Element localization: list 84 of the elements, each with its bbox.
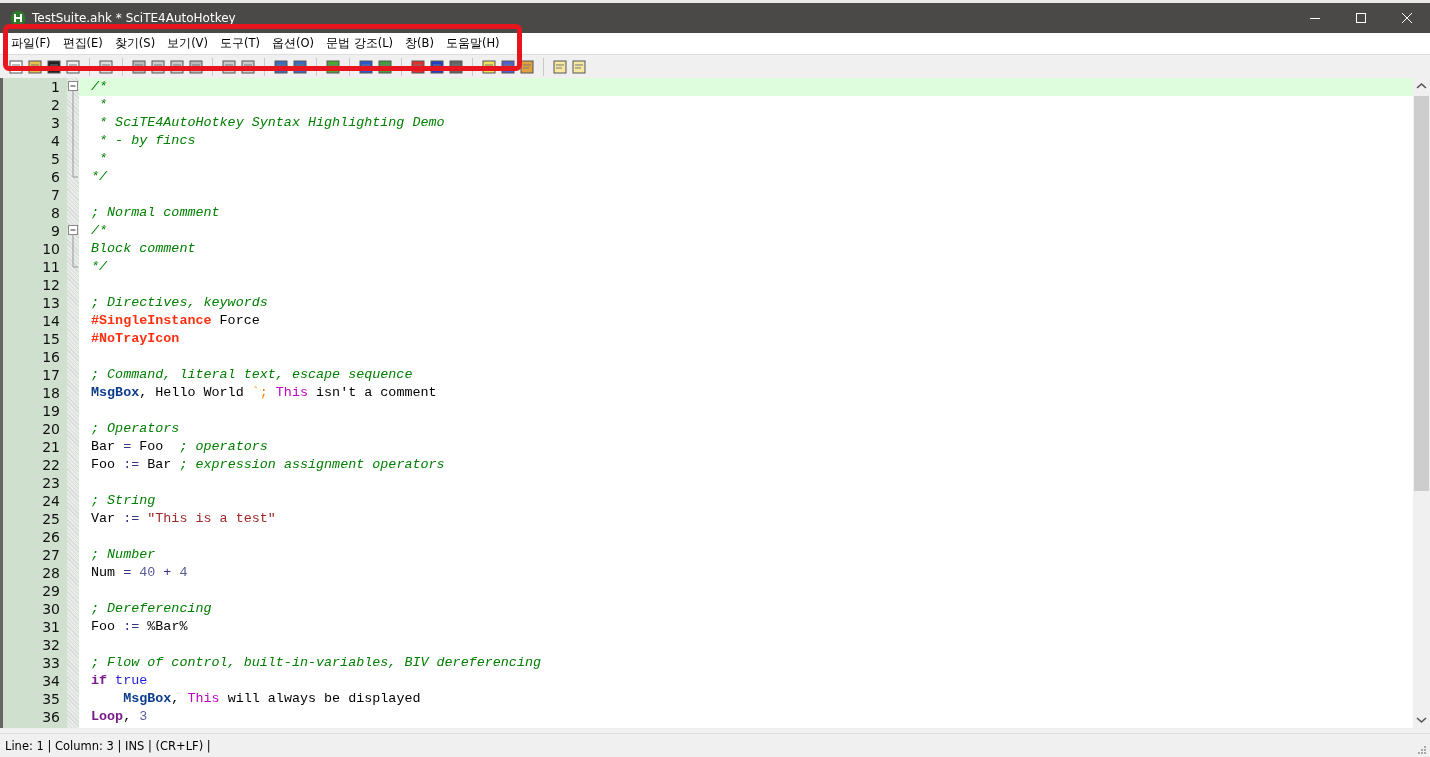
resize-grip-icon[interactable] bbox=[1417, 745, 1427, 755]
code-line: ; String bbox=[91, 492, 156, 510]
maximize-icon bbox=[1355, 12, 1367, 24]
code-line: * bbox=[98, 96, 108, 114]
line-number: 33 bbox=[41, 654, 61, 672]
line-number: 13 bbox=[41, 294, 61, 312]
line-number: 32 bbox=[41, 636, 61, 654]
line-number: 26 bbox=[41, 528, 61, 546]
line-number: 34 bbox=[41, 672, 61, 690]
code-line: ; Dereferencing bbox=[91, 600, 212, 618]
line-number: 30 bbox=[41, 600, 61, 618]
code-line: Var := "This is a test" bbox=[91, 510, 276, 528]
code-line: if true bbox=[91, 672, 148, 690]
line-number: 1 bbox=[50, 78, 61, 96]
menu-item[interactable]: 도움말(H) bbox=[439, 34, 506, 53]
line-number: 19 bbox=[41, 402, 61, 420]
status-text: Line: 1 | Column: 3 | INS | (CR+LF) | bbox=[4, 739, 211, 753]
code-line: Loop, 3 bbox=[91, 708, 148, 726]
code-line: #NoTrayIcon bbox=[91, 330, 180, 348]
code-line: /* bbox=[91, 78, 108, 96]
code-line: ; Number bbox=[91, 546, 156, 564]
code-line: ; Command, literal text, escape sequence bbox=[91, 366, 413, 384]
code-line: * - by fincs bbox=[98, 132, 196, 150]
code-line: ; Directives, keywords bbox=[91, 294, 268, 312]
code-line: #SingleInstance Force bbox=[91, 312, 260, 330]
fold-toggle-icon[interactable] bbox=[68, 225, 78, 235]
menu-item[interactable]: 창(B) bbox=[399, 34, 440, 53]
code-line: MsgBox, Hello World `; This isn't a comment bbox=[91, 384, 437, 402]
line-number: 8 bbox=[50, 204, 61, 222]
line-number: 16 bbox=[41, 348, 61, 366]
line-number: 5 bbox=[50, 150, 61, 168]
menu-item[interactable]: 찾기(S) bbox=[108, 34, 162, 53]
line-number: 2 bbox=[50, 96, 61, 114]
line-number: 24 bbox=[41, 492, 61, 510]
line-number: 9 bbox=[50, 222, 61, 240]
menu-item[interactable]: 문법 강조(L) bbox=[320, 34, 400, 53]
line-number: 23 bbox=[41, 474, 61, 492]
line-number: 36 bbox=[41, 708, 61, 726]
fold-toggle-icon[interactable] bbox=[68, 81, 78, 91]
menu-item[interactable]: 파일(F) bbox=[5, 34, 57, 53]
code-line: Bar = Foo ; operators bbox=[91, 438, 268, 456]
line-number: 29 bbox=[41, 582, 61, 600]
code-line: */ bbox=[91, 168, 108, 186]
menu-item[interactable]: 편집(E) bbox=[56, 34, 109, 53]
line-number: 3 bbox=[50, 114, 61, 132]
line-number: 6 bbox=[50, 168, 61, 186]
line-number: 7 bbox=[50, 186, 61, 204]
line-number: 21 bbox=[41, 438, 61, 456]
menu-item[interactable]: 옵션(O) bbox=[265, 34, 320, 53]
code-line: Foo := Bar ; expression assignment operators bbox=[91, 456, 445, 474]
code-line: */ bbox=[91, 258, 108, 276]
line-number: 35 bbox=[41, 690, 61, 708]
line-number: 11 bbox=[41, 258, 61, 276]
line-number: 27 bbox=[41, 546, 61, 564]
line-number: 4 bbox=[50, 132, 61, 150]
app-logo-icon bbox=[10, 10, 26, 26]
line-number: 20 bbox=[41, 420, 61, 438]
window-title: TestSuite.ahk * SciTE4AutoHotkey bbox=[32, 11, 236, 25]
close-icon bbox=[1401, 12, 1413, 24]
line-number: 25 bbox=[41, 510, 61, 528]
line-number: 18 bbox=[41, 384, 61, 402]
code-line: ; Operators bbox=[91, 420, 180, 438]
line-number: 15 bbox=[41, 330, 61, 348]
code-line: * SciTE4AutoHotkey Syntax Highlighting Demo bbox=[98, 114, 445, 132]
code-line: Num = 40 + 4 bbox=[91, 564, 188, 582]
code-line: /* bbox=[91, 222, 108, 240]
line-number: 10 bbox=[41, 240, 61, 258]
line-number: 14 bbox=[41, 312, 61, 330]
line-number: 31 bbox=[41, 618, 61, 636]
menu-item[interactable]: 보기(V) bbox=[161, 34, 214, 53]
line-number: 28 bbox=[41, 564, 61, 582]
code-line: MsgBox, This will always be displayed bbox=[122, 690, 421, 708]
line-number: 22 bbox=[41, 456, 61, 474]
line-number: 12 bbox=[41, 276, 61, 294]
code-line: Foo := %Bar% bbox=[91, 618, 188, 636]
line-number: 17 bbox=[41, 366, 61, 384]
code-line: ; Flow of control, built-in-variables, BIV dereferencing bbox=[91, 654, 541, 672]
code-line: Block comment bbox=[91, 240, 196, 258]
scrollbar-thumb[interactable] bbox=[1414, 96, 1429, 491]
menu-item[interactable]: 도구(T) bbox=[213, 34, 266, 53]
fold-end-line bbox=[72, 258, 79, 268]
fold-end-line bbox=[72, 168, 79, 178]
code-line: * bbox=[98, 150, 108, 168]
code-line: ; Normal comment bbox=[91, 204, 220, 222]
